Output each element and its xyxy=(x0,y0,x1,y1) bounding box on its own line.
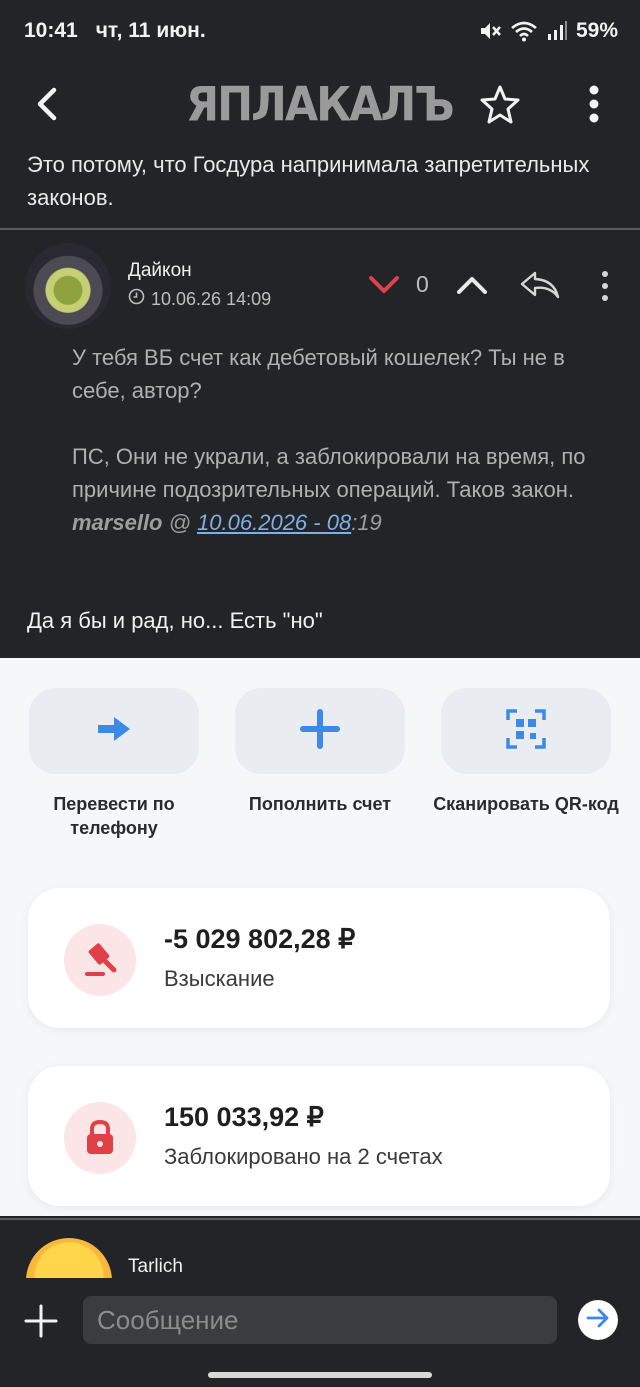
qr-scan-icon xyxy=(505,708,547,755)
scan-qr-label: Сканировать QR-код xyxy=(433,794,619,814)
clock-icon xyxy=(128,288,145,310)
previous-comment-text: Это потому, что Госдура напринимала запр… xyxy=(27,152,590,210)
overflow-menu-icon[interactable] xyxy=(580,82,608,126)
quote-paragraph: ПС, Они не украли, а заблокировали на вр… xyxy=(72,440,622,539)
collection-label: Взыскание xyxy=(164,966,275,991)
status-bar: 10:41 чт, 11 июн. 59% xyxy=(0,0,640,62)
collection-card: -5 029 802,28 ₽ Взыскание xyxy=(28,888,610,1028)
quote-time-tail: :19 xyxy=(351,510,382,535)
quote-paragraph: У тебя ВБ счет как дебетовый кошелек? Ты… xyxy=(72,345,565,403)
app-bar: ЯПЛАКАЛЪ xyxy=(0,62,640,146)
arrow-right-icon xyxy=(94,714,134,749)
comment-text: Да я бы и рад, но... Есть "но" xyxy=(27,608,323,633)
battery-level: 59% xyxy=(575,19,618,42)
send-button[interactable] xyxy=(578,1300,618,1340)
quote-signature: marsello @ 10.06.2026 - 08:19 xyxy=(72,510,382,535)
attached-image[interactable]: Перевести по телефону Пополнить счет Ска… xyxy=(0,658,640,1216)
back-arrow-icon[interactable] xyxy=(30,84,66,124)
status-time: 10:41 xyxy=(24,19,78,42)
site-logo[interactable]: ЯПЛАКАЛЪ xyxy=(186,78,455,133)
quote-paragraph-text: ПС, Они не украли, а заблокировали на вр… xyxy=(72,444,586,502)
send-arrow-icon xyxy=(586,1308,610,1333)
top-up-button xyxy=(235,688,405,774)
message-composer xyxy=(0,1278,640,1387)
vote-count: 0 xyxy=(416,271,429,297)
comment-date-text: 10.06.26 14:09 xyxy=(151,288,272,309)
blocked-label: Заблокировано на 2 счетах xyxy=(164,1144,443,1169)
top-up-label: Пополнить счет xyxy=(248,794,392,814)
transfer-by-phone-label: Перевести по телефону xyxy=(53,794,175,838)
gavel-icon xyxy=(64,924,136,996)
vote-down-icon[interactable] xyxy=(367,272,401,298)
comment-menu-icon[interactable] xyxy=(595,266,615,306)
status-date: чт, 11 июн. xyxy=(95,19,206,42)
comment-header: Дайкон 10.06.26 14:09 0 xyxy=(0,238,640,338)
blocked-amount: 150 033,92 ₽ xyxy=(164,1102,324,1132)
quoted-message: У тебя ВБ счет как дебетовый кошелек? Ты… xyxy=(72,341,622,539)
plus-icon xyxy=(300,708,340,754)
next-comment: Tarlich xyxy=(0,1222,640,1282)
comment-date: 10.06.26 14:09 xyxy=(128,288,271,310)
comment-divider xyxy=(0,228,640,230)
transfer-by-phone-button xyxy=(29,688,199,774)
avatar[interactable] xyxy=(25,243,111,329)
next-comment-author[interactable]: Tarlich xyxy=(128,1256,183,1278)
comment-author[interactable]: Дайкон xyxy=(128,260,192,282)
message-input[interactable] xyxy=(83,1296,557,1344)
attach-plus-icon[interactable] xyxy=(24,1304,58,1338)
scan-qr-button xyxy=(441,688,611,774)
collection-amount: -5 029 802,28 ₽ xyxy=(164,924,356,954)
blocked-funds-card: 150 033,92 ₽ Заблокировано на 2 счетах xyxy=(28,1066,610,1206)
home-indicator[interactable] xyxy=(208,1372,432,1378)
vote-up-icon[interactable] xyxy=(455,272,489,298)
wifi-icon xyxy=(510,20,538,42)
signal-icon xyxy=(546,20,568,42)
star-icon[interactable] xyxy=(478,82,522,126)
comment-divider xyxy=(0,1218,640,1220)
reply-icon[interactable] xyxy=(518,268,562,302)
quote-link[interactable]: 10.06.2026 - 08 xyxy=(197,510,351,535)
lock-icon xyxy=(64,1102,136,1174)
avatar[interactable] xyxy=(26,1238,112,1282)
quote-author: marsello xyxy=(72,510,163,535)
mute-icon xyxy=(478,20,502,42)
quote-at: @ xyxy=(162,510,198,535)
